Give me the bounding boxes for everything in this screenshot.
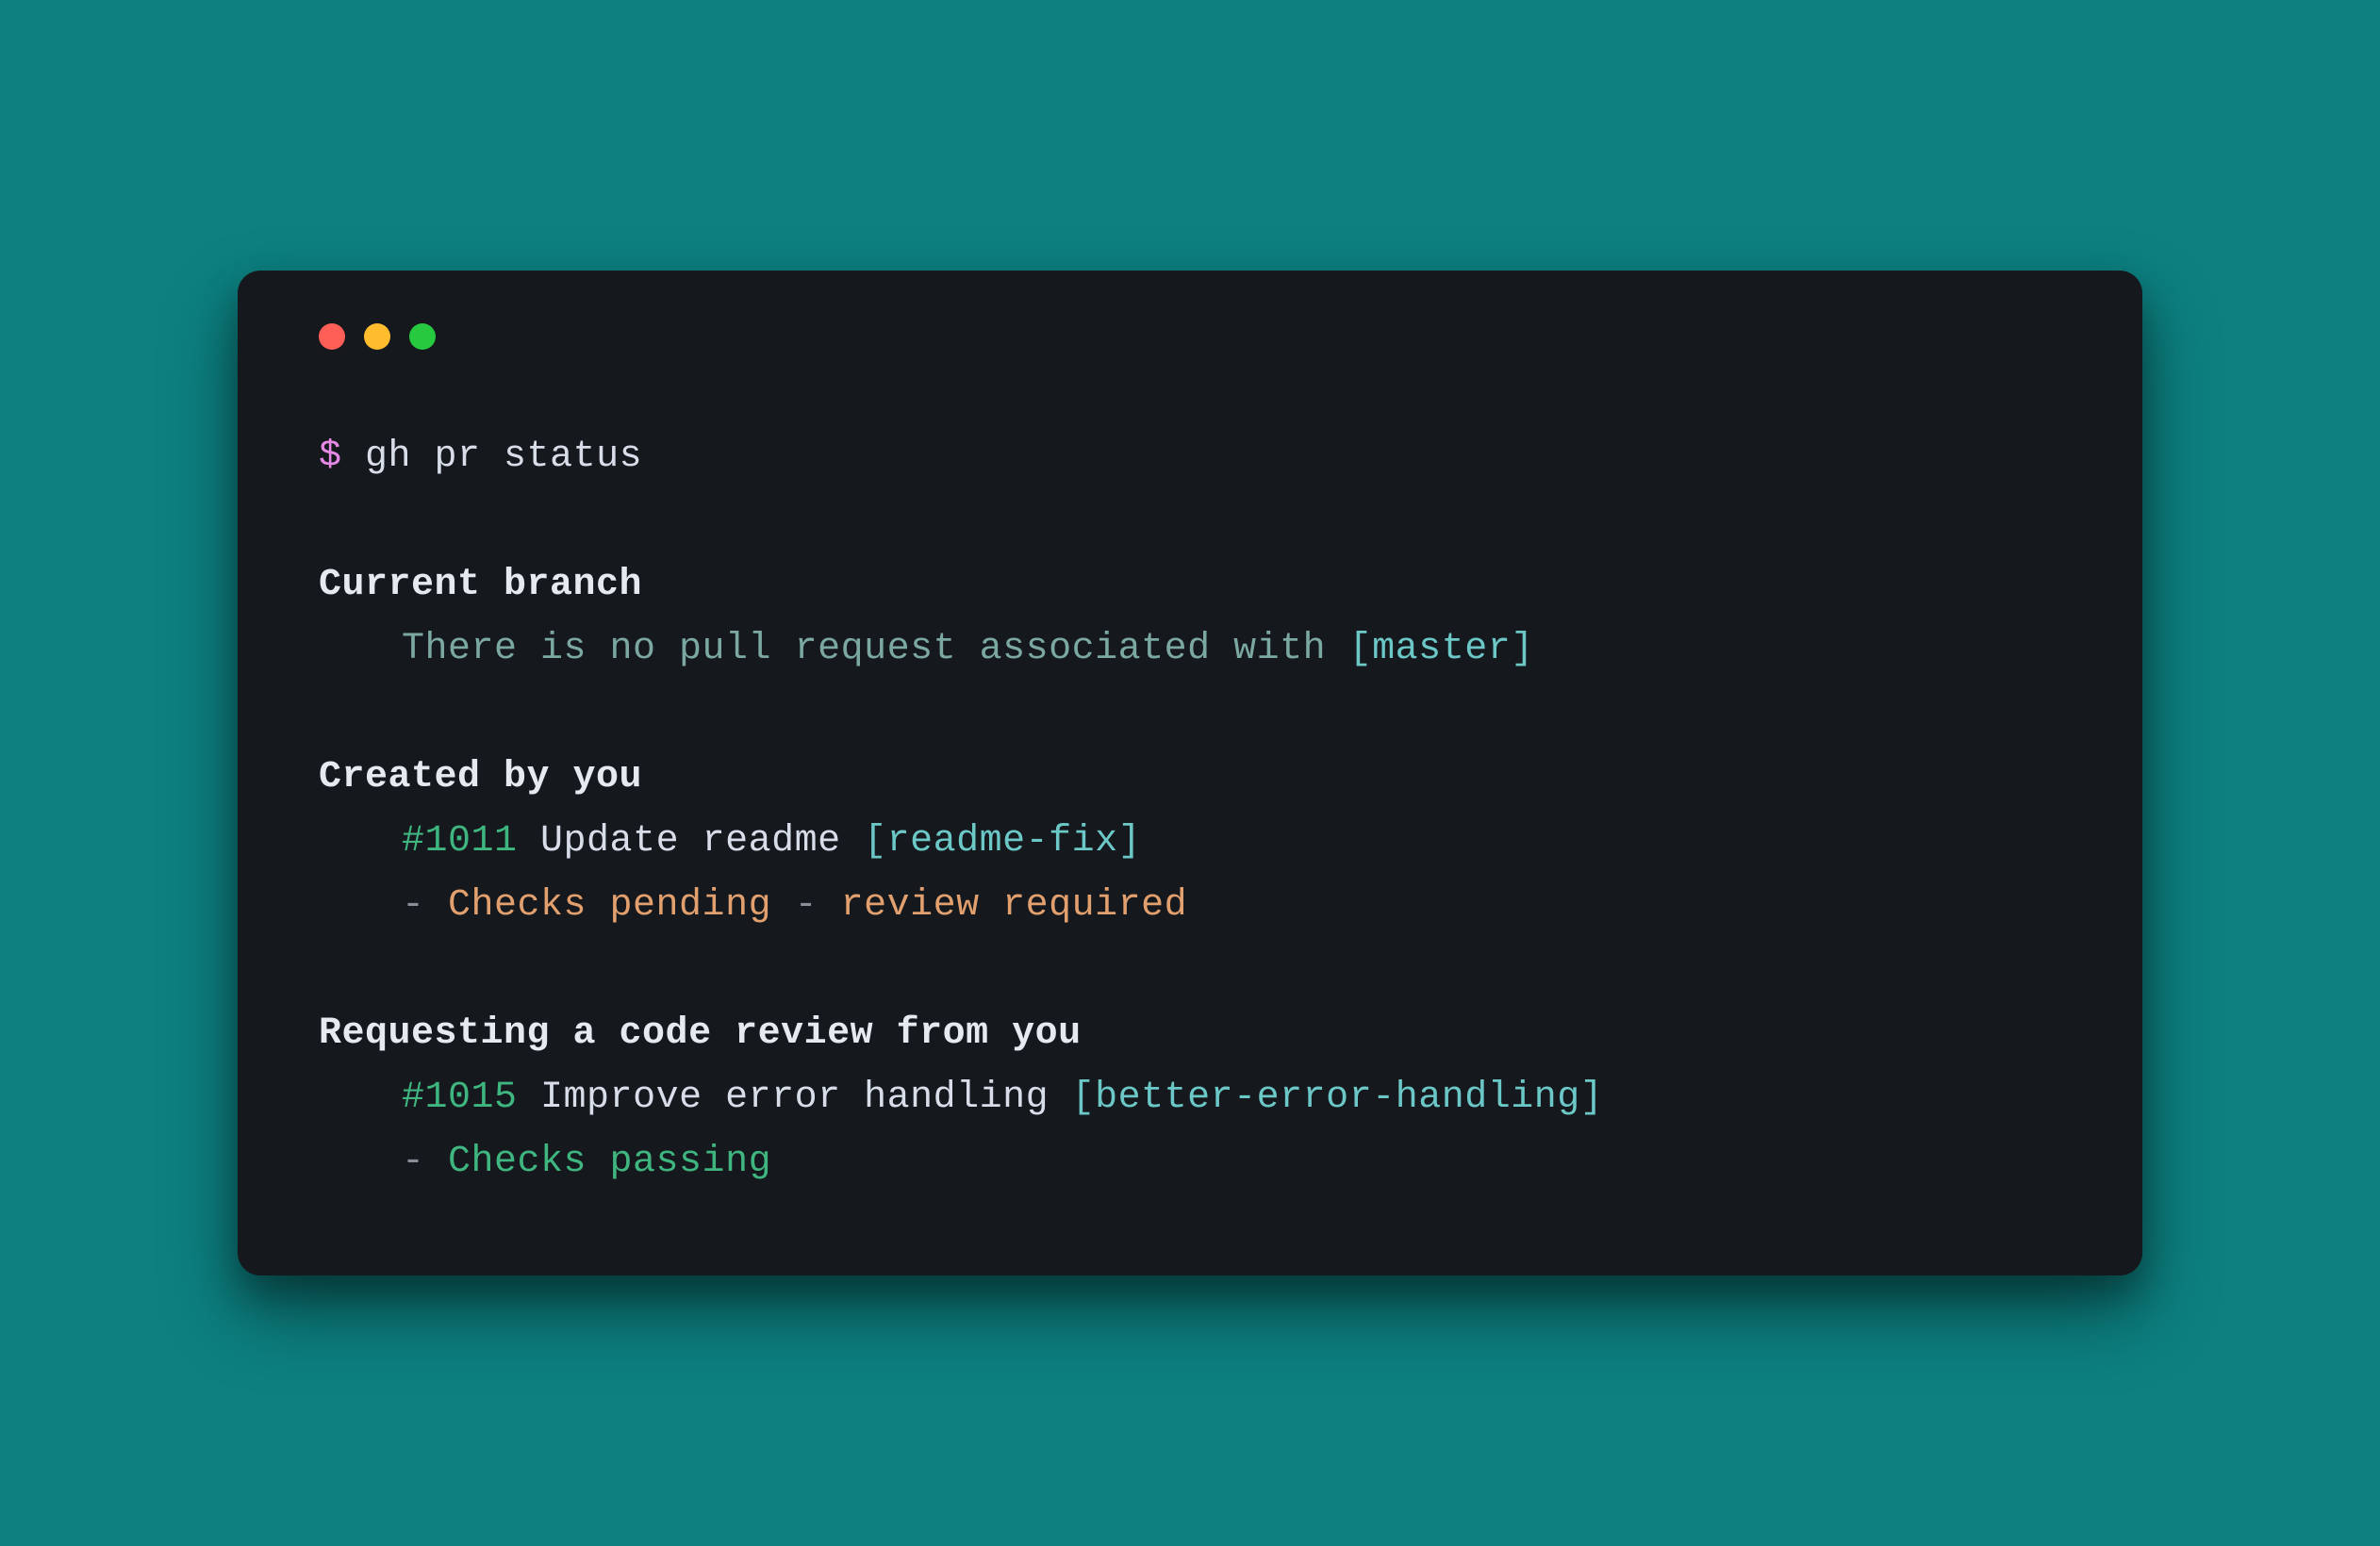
pr-number: #1011 (402, 820, 518, 863)
command-text: gh pr status (365, 436, 642, 478)
terminal-window: $ gh pr status Current branch There is n… (238, 271, 2142, 1275)
section-current-branch: Current branch There is no pull request … (319, 553, 2061, 682)
pr-number: #1015 (402, 1077, 518, 1119)
branch-message: There is no pull request associated with (402, 628, 1349, 670)
section-requesting-review: Requesting a code review from you #1015 … (319, 1002, 2061, 1194)
branch-status-line: There is no pull request associated with… (319, 617, 2061, 682)
status-dash: - (402, 1141, 448, 1183)
minimize-icon[interactable] (364, 323, 390, 350)
pr-title: Update readme (518, 820, 865, 863)
pr-status-line: - Checks pending - review required (319, 874, 2061, 938)
terminal-content[interactable]: $ gh pr status Current branch There is n… (319, 425, 2061, 1194)
pr-branch: [better-error-handling] (1072, 1077, 1604, 1119)
status-dash: - (771, 884, 841, 927)
checks-status: Checks passing (448, 1141, 771, 1183)
branch-name: [master] (1349, 628, 1534, 670)
pr-item: #1011 Update readme [readme-fix] (319, 810, 2061, 874)
pr-branch: [readme-fix] (864, 820, 1141, 863)
maximize-icon[interactable] (409, 323, 436, 350)
review-status: review required (841, 884, 1188, 927)
pr-title: Improve error handling (518, 1077, 1072, 1119)
section-header: Current branch (319, 553, 2061, 617)
prompt-line: $ gh pr status (319, 425, 2061, 489)
section-created-by-you: Created by you #1011 Update readme [read… (319, 746, 2061, 938)
status-dash: - (402, 884, 448, 927)
pr-status-line: - Checks passing (319, 1130, 2061, 1194)
window-controls (319, 323, 2061, 350)
checks-status: Checks pending (448, 884, 771, 927)
prompt-symbol: $ (319, 436, 342, 478)
close-icon[interactable] (319, 323, 345, 350)
section-header: Created by you (319, 746, 2061, 810)
pr-item: #1015 Improve error handling [better-err… (319, 1066, 2061, 1130)
section-header: Requesting a code review from you (319, 1002, 2061, 1066)
